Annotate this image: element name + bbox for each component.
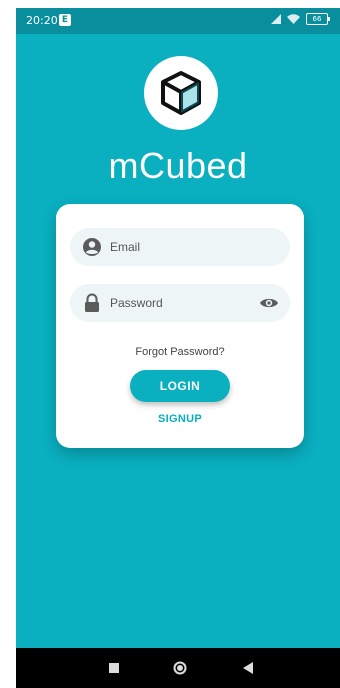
status-bar: 20:20 E 66 <box>16 8 340 34</box>
login-screen: 20:20 E 66 mCubed Email Forgot Password?… <box>16 8 340 688</box>
login-card: Forgot Password? LOGIN SIGNUP <box>56 204 304 448</box>
login-button[interactable]: LOGIN <box>130 370 230 402</box>
lock-icon <box>80 291 104 315</box>
cube-icon <box>161 71 201 115</box>
square-icon[interactable] <box>106 660 122 676</box>
password-field[interactable] <box>70 284 290 322</box>
account-circle-icon <box>80 235 104 259</box>
forgot-password-link[interactable]: Forgot Password? <box>56 346 304 358</box>
signup-link[interactable]: SIGNUP <box>56 413 304 425</box>
battery-icon: 66 <box>306 13 330 25</box>
status-time: 20:20 <box>26 14 58 27</box>
app-title: mCubed <box>108 145 248 186</box>
eye-icon[interactable] <box>258 292 280 314</box>
status-icons: 66 <box>271 13 330 25</box>
email-input[interactable] <box>110 240 250 254</box>
navigation-bar <box>16 648 340 688</box>
wifi-icon <box>287 14 300 24</box>
password-input[interactable] <box>110 296 250 310</box>
notification-badge: E <box>59 14 71 26</box>
signal-icon <box>271 14 281 24</box>
email-field[interactable] <box>70 228 290 266</box>
app-logo <box>144 56 218 130</box>
circle-icon[interactable] <box>172 660 188 676</box>
triangle-back-icon[interactable] <box>240 660 256 676</box>
